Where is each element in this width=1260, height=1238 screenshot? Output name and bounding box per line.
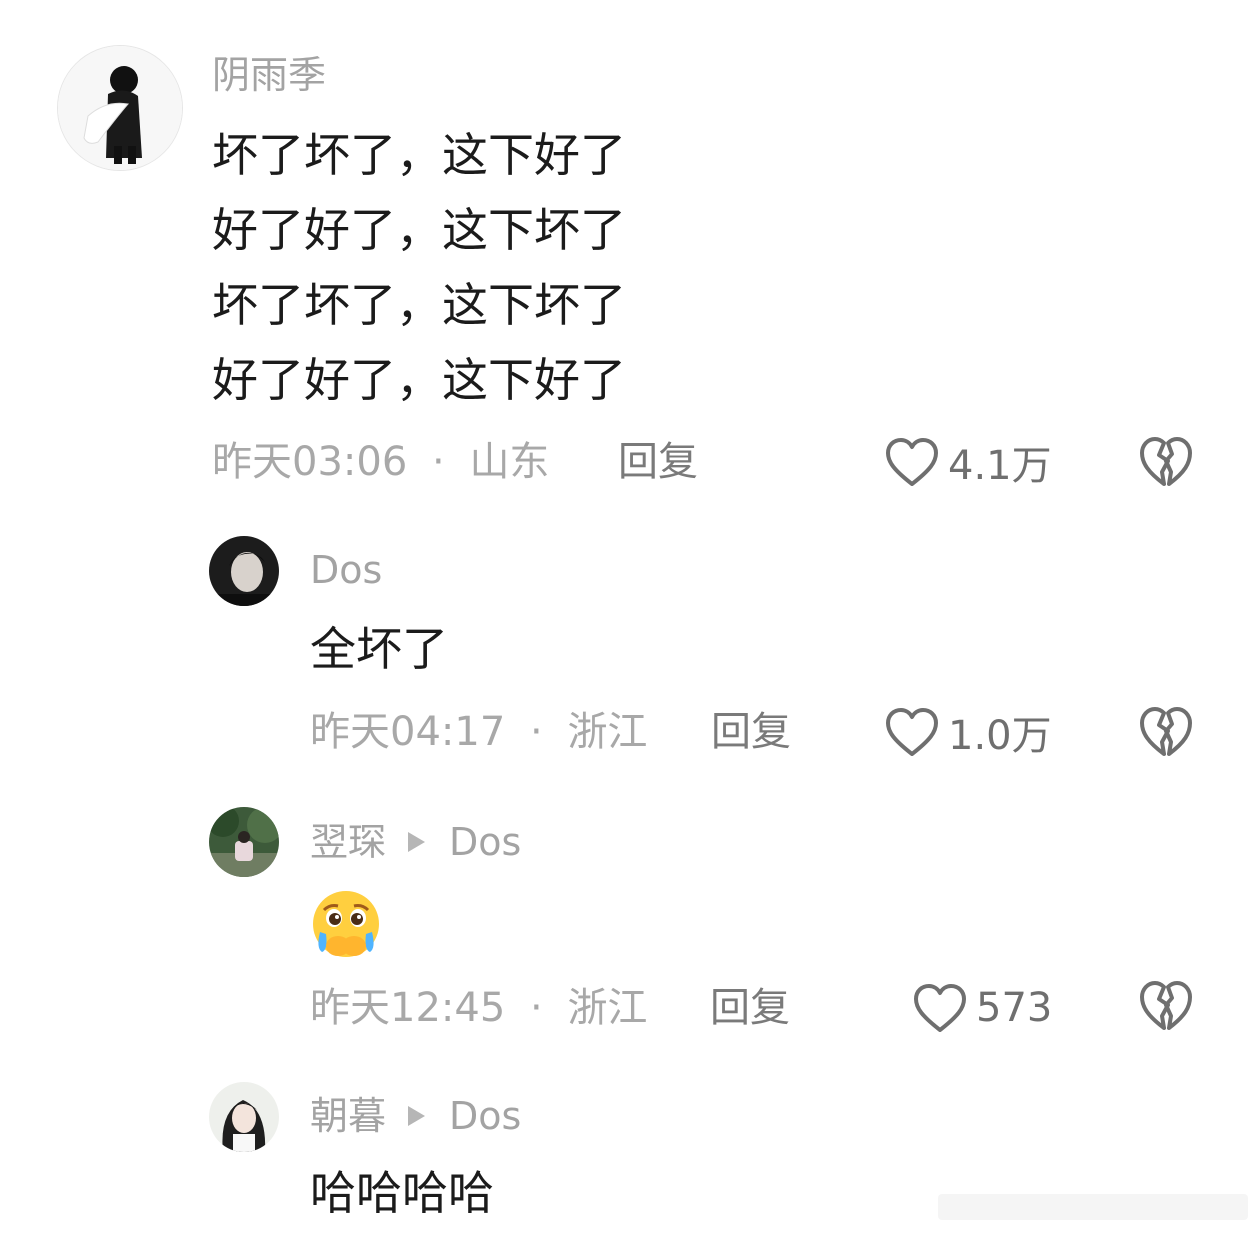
dislike-button[interactable] <box>1138 434 1194 488</box>
comment-line: 哈哈哈哈 <box>310 1166 494 1220</box>
like-count: 1.0万 <box>948 713 1052 759</box>
comment-author[interactable]: Dos <box>310 548 382 592</box>
watermark <box>938 1194 1248 1220</box>
comment-time: 昨天12:45 <box>310 985 506 1031</box>
comment-author[interactable]: 翌琛 Dos <box>310 820 521 864</box>
avatar[interactable] <box>57 45 183 171</box>
like-button[interactable]: 573 <box>912 978 1052 1038</box>
author-name[interactable]: 翌琛 <box>310 820 386 864</box>
like-count: 4.1万 <box>948 443 1052 489</box>
comment-line: 全坏了 <box>310 622 448 676</box>
comment-location: 浙江 <box>567 709 648 755</box>
comment-3: 翌琛 Dos 昨天12:45 · 浙江 回复 573 <box>0 780 1260 1060</box>
comment-text: 全坏了 <box>310 612 448 687</box>
comment-location: 山东 <box>469 439 550 485</box>
reply-button[interactable]: 回复 <box>618 438 698 486</box>
triangle-right-icon <box>408 1105 426 1126</box>
comment-time: 昨天04:17 <box>310 709 506 755</box>
reply-to-name[interactable]: Dos <box>449 820 521 864</box>
comment-meta: 昨天03:06 · 山东 <box>212 438 549 486</box>
reply-button[interactable]: 回复 <box>711 708 791 756</box>
heart-outline-icon <box>886 438 938 486</box>
avatar[interactable] <box>209 536 279 606</box>
like-count: 573 <box>976 985 1053 1031</box>
comment-author[interactable]: 朝暮 Dos <box>310 1094 521 1138</box>
comment-text: 哈哈哈哈 <box>310 1156 494 1231</box>
heart-outline-icon <box>914 984 966 1032</box>
comment-meta: 昨天12:45 · 浙江 <box>310 984 647 1032</box>
comment-line: 好了好了，这下坏了 <box>212 203 626 257</box>
meta-separator: · <box>432 439 445 485</box>
author-name[interactable]: 朝暮 <box>310 1094 386 1138</box>
triangle-right-icon <box>408 831 426 852</box>
reply-to-name[interactable]: Dos <box>449 1094 521 1138</box>
heart-outline-icon <box>886 708 938 756</box>
comment-text: 坏了坏了，这下好了 好了好了，这下坏了 坏了坏了，这下坏了 好了好了，这下好了 <box>212 118 626 418</box>
meta-separator: · <box>530 985 543 1031</box>
comment-line: 坏了坏了，这下坏了 <box>212 278 626 332</box>
meta-separator: · <box>530 709 543 755</box>
comment-meta: 昨天04:17 · 浙江 <box>310 708 647 756</box>
comment-line: 坏了坏了，这下好了 <box>212 128 626 182</box>
dislike-button[interactable] <box>1138 704 1194 758</box>
comment-line: 好了好了，这下好了 <box>212 353 626 407</box>
broken-heart-icon <box>1140 707 1192 756</box>
like-button[interactable]: 1.0万 <box>884 702 1052 762</box>
comment-author[interactable]: 阴雨季 <box>212 53 326 97</box>
comment-time: 昨天03:06 <box>212 439 408 485</box>
avatar[interactable] <box>209 1082 279 1152</box>
dislike-button[interactable] <box>1138 978 1194 1032</box>
crying-face-hands-over-mouth-emoji <box>313 891 379 957</box>
comment-location: 浙江 <box>567 985 648 1031</box>
comment-2: Dos 全坏了 昨天04:17 · 浙江 回复 1.0万 <box>0 500 1260 780</box>
reply-button[interactable]: 回复 <box>710 984 790 1032</box>
avatar[interactable] <box>209 807 279 877</box>
like-button[interactable]: 4.1万 <box>884 432 1052 492</box>
broken-heart-icon <box>1140 437 1192 486</box>
broken-heart-icon <box>1140 981 1192 1030</box>
comment-1: 阴雨季 坏了坏了，这下好了 好了好了，这下坏了 坏了坏了，这下坏了 好了好了，这… <box>0 0 1260 500</box>
